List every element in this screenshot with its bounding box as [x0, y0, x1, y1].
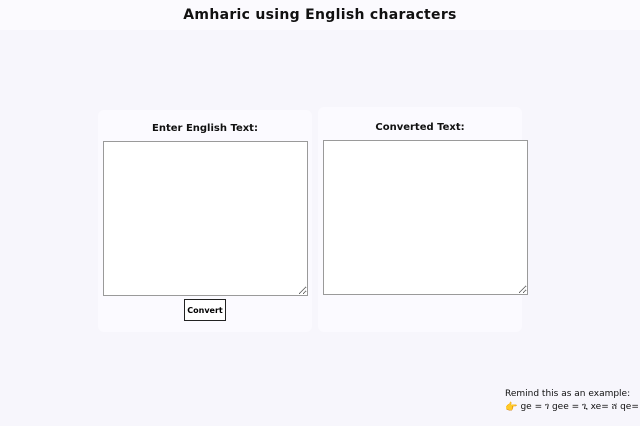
example-line: 👉 ge = ገ gee = ጊ xe= ሸ qe= ቀ	[505, 401, 640, 414]
output-panel-title: Converted Text:	[375, 122, 465, 133]
input-panel-title: Enter English Text:	[152, 123, 258, 134]
example-hint: Remind this as an example: 👉 ge = ገ gee …	[505, 388, 640, 414]
example-text: ge = ገ gee = ጊ xe= ሸ qe= ቀ	[520, 402, 640, 412]
pointing-hand-icon: 👉	[505, 402, 518, 413]
output-panel: Converted Text:	[318, 107, 528, 332]
english-text-input[interactable]	[103, 141, 308, 296]
converted-text-output[interactable]	[323, 140, 528, 295]
page-title: Amharic using English characters	[183, 7, 457, 23]
input-panel: Enter English Text: Convert	[98, 110, 312, 332]
convert-button[interactable]: Convert	[184, 299, 226, 321]
page-header: Amharic using English characters	[0, 0, 640, 30]
example-heading: Remind this as an example:	[505, 389, 631, 399]
